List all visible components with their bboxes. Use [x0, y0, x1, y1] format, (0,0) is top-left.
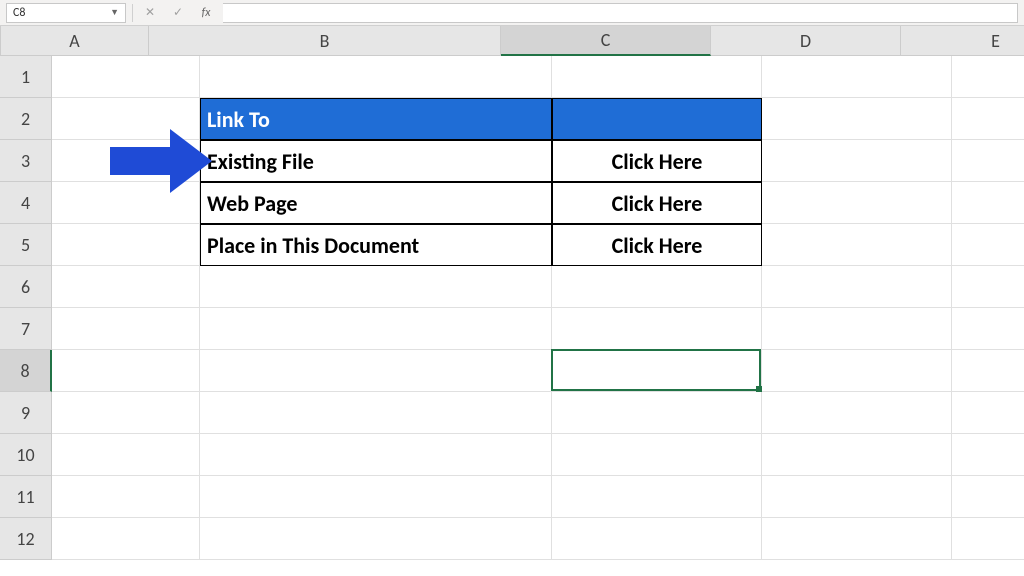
separator	[132, 4, 133, 22]
row-header-9[interactable]: 9	[0, 392, 52, 434]
cell-A4[interactable]	[52, 182, 200, 224]
cell-E3[interactable]	[952, 140, 1024, 182]
row-header-1[interactable]: 1	[0, 56, 52, 98]
cell-A1[interactable]	[52, 56, 200, 98]
cell-E11[interactable]	[952, 476, 1024, 518]
row-header-6[interactable]: 6	[0, 266, 52, 308]
column-header-a[interactable]: A	[1, 26, 149, 56]
name-box[interactable]: C8 ▼	[6, 3, 126, 23]
cell-C8[interactable]	[552, 350, 762, 392]
cell-A8[interactable]	[52, 350, 200, 392]
cell-E12[interactable]	[952, 518, 1024, 560]
cell-D6[interactable]	[762, 266, 952, 308]
cell-A10[interactable]	[52, 434, 200, 476]
name-box-value: C8	[13, 6, 25, 20]
cancel-icon: ✕	[139, 3, 161, 23]
cell-D1[interactable]	[762, 56, 952, 98]
cell-C9[interactable]	[552, 392, 762, 434]
sheet-grid[interactable]: Link ToExisting FileClick HereWeb PageCl…	[52, 56, 1024, 560]
cell-A6[interactable]	[52, 266, 200, 308]
table-cell[interactable]: Click Here	[552, 182, 762, 224]
cell-A11[interactable]	[52, 476, 200, 518]
row-header-3[interactable]: 3	[0, 140, 52, 182]
cell-E7[interactable]	[952, 308, 1024, 350]
row-header-12[interactable]: 12	[0, 518, 52, 560]
row-header-2[interactable]: 2	[0, 98, 52, 140]
formula-input[interactable]	[223, 3, 1018, 23]
row-header-11[interactable]: 11	[0, 476, 52, 518]
row-header-5[interactable]: 5	[0, 224, 52, 266]
table-cell[interactable]: Link To	[200, 98, 552, 140]
cell-D8[interactable]	[762, 350, 952, 392]
table-cell[interactable]: Click Here	[552, 224, 762, 266]
cell-D4[interactable]	[762, 182, 952, 224]
cell-D5[interactable]	[762, 224, 952, 266]
table-cell[interactable]: Place in This Document	[200, 224, 552, 266]
cell-D12[interactable]	[762, 518, 952, 560]
cell-B7[interactable]	[200, 308, 552, 350]
cell-E4[interactable]	[952, 182, 1024, 224]
select-all-corner[interactable]	[0, 26, 1, 56]
cell-E6[interactable]	[952, 266, 1024, 308]
check-icon: ✓	[167, 3, 189, 23]
row-headers: 123456789101112	[0, 56, 52, 560]
cell-B11[interactable]	[200, 476, 552, 518]
cell-D2[interactable]	[762, 98, 952, 140]
table-cell[interactable]: Web Page	[200, 182, 552, 224]
cell-C1[interactable]	[552, 56, 762, 98]
cell-E1[interactable]	[952, 56, 1024, 98]
row-header-4[interactable]: 4	[0, 182, 52, 224]
cell-E5[interactable]	[952, 224, 1024, 266]
row-header-8[interactable]: 8	[0, 350, 52, 392]
table-cell[interactable]	[552, 98, 762, 140]
cell-D11[interactable]	[762, 476, 952, 518]
cell-E10[interactable]	[952, 434, 1024, 476]
table-cell[interactable]: Click Here	[552, 140, 762, 182]
cell-D9[interactable]	[762, 392, 952, 434]
row-header-7[interactable]: 7	[0, 308, 52, 350]
cell-B6[interactable]	[200, 266, 552, 308]
cell-B12[interactable]	[200, 518, 552, 560]
cell-D3[interactable]	[762, 140, 952, 182]
cell-D7[interactable]	[762, 308, 952, 350]
cell-C11[interactable]	[552, 476, 762, 518]
column-headers: ABCDE	[1, 26, 1024, 56]
cell-B1[interactable]	[200, 56, 552, 98]
chevron-down-icon[interactable]: ▼	[110, 7, 119, 18]
cell-C6[interactable]	[552, 266, 762, 308]
cell-B8[interactable]	[200, 350, 552, 392]
cell-E9[interactable]	[952, 392, 1024, 434]
cell-C7[interactable]	[552, 308, 762, 350]
row-header-10[interactable]: 10	[0, 434, 52, 476]
cell-B9[interactable]	[200, 392, 552, 434]
cell-C12[interactable]	[552, 518, 762, 560]
cell-B10[interactable]	[200, 434, 552, 476]
cell-A12[interactable]	[52, 518, 200, 560]
cell-E8[interactable]	[952, 350, 1024, 392]
fx-icon[interactable]: fx	[195, 3, 217, 23]
cell-A5[interactable]	[52, 224, 200, 266]
cell-A9[interactable]	[52, 392, 200, 434]
column-header-d[interactable]: D	[711, 26, 901, 56]
column-header-e[interactable]: E	[901, 26, 1024, 56]
cell-A3[interactable]	[52, 140, 200, 182]
formula-bar: C8 ▼ ✕ ✓ fx	[0, 0, 1024, 26]
cell-A2[interactable]	[52, 98, 200, 140]
column-header-c[interactable]: C	[501, 26, 711, 56]
table-cell[interactable]: Existing File	[200, 140, 552, 182]
cell-E2[interactable]	[952, 98, 1024, 140]
column-header-b[interactable]: B	[149, 26, 501, 56]
cell-A7[interactable]	[52, 308, 200, 350]
cell-C10[interactable]	[552, 434, 762, 476]
cell-D10[interactable]	[762, 434, 952, 476]
